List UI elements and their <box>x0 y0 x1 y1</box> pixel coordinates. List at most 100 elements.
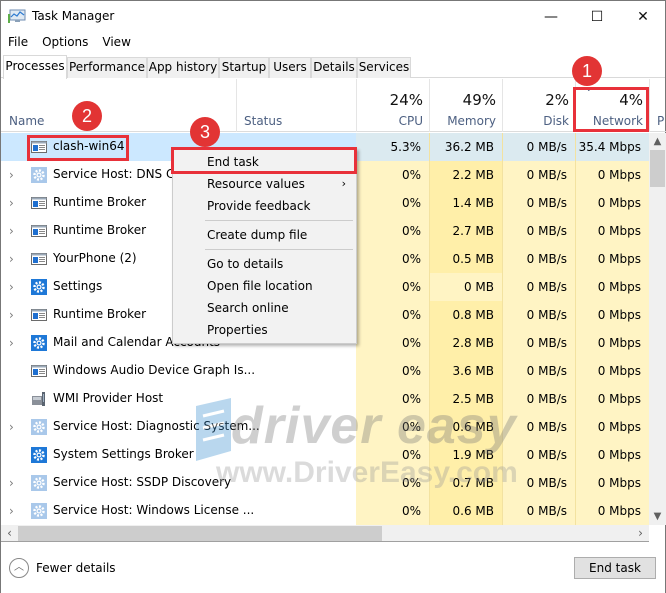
tab-performance[interactable]: Performance <box>67 57 147 78</box>
expand-chevron-icon[interactable]: › <box>9 308 19 322</box>
process-disk: 0 MB/s <box>502 497 575 525</box>
fewer-details-link[interactable]: Fewer details <box>36 561 116 575</box>
process-row[interactable]: › Service Host: Windows License ... 0% 0.6 … <box>1 497 649 525</box>
expand-chevron-icon[interactable]: › <box>9 336 19 350</box>
tab-services[interactable]: Services <box>357 57 411 78</box>
process-memory: 36.2 MB <box>429 133 502 161</box>
column-header-row: Name Status 24% CPU 49% Memory 2% Disk ˅… <box>1 79 666 132</box>
vertical-scroll-thumb[interactable] <box>650 150 665 187</box>
disk-total-percent: 2% <box>545 91 569 109</box>
column-header-disk[interactable]: 2% Disk <box>502 79 575 132</box>
process-memory: 2.7 MB <box>429 217 502 245</box>
process-network: 0 Mbps <box>575 357 649 385</box>
process-name: Runtime Broker <box>53 223 147 237</box>
submenu-arrow-icon: › <box>341 177 346 190</box>
context-menu-search-online[interactable]: Search online <box>173 297 356 319</box>
process-disk: 0 MB/s <box>502 161 575 189</box>
tab-startup[interactable]: Startup <box>219 57 269 78</box>
context-menu-create-dump-file[interactable]: Create dump file <box>173 224 356 246</box>
process-memory: 2.5 MB <box>429 385 502 413</box>
process-cpu: 0% <box>356 357 429 385</box>
process-cpu: 0% <box>356 413 429 441</box>
scroll-up-arrow-icon[interactable]: ▲ <box>649 133 666 150</box>
process-disk: 0 MB/s <box>502 441 575 469</box>
process-name: WMI Provider Host <box>53 391 164 405</box>
vertical-scrollbar[interactable]: ▲ ▼ <box>649 133 666 525</box>
process-cpu: 0% <box>356 497 429 525</box>
annotation-badge-1: 1 <box>572 56 602 86</box>
process-row[interactable]: WMI Provider Host 0% 2.5 MB 0 MB/s 0 Mbps <box>1 385 649 413</box>
process-memory: 3.6 MB <box>429 357 502 385</box>
process-row[interactable]: › Service Host: Diagnostic System... 0% 0.6… <box>1 413 649 441</box>
disk-label: Disk <box>543 114 569 128</box>
column-divider <box>429 133 430 525</box>
tab-users[interactable]: Users <box>269 57 311 78</box>
service-gear-icon <box>31 503 47 519</box>
process-memory: 2.8 MB <box>429 329 502 357</box>
expand-chevron-icon[interactable]: › <box>9 476 19 490</box>
menu-options[interactable]: Options <box>35 33 95 53</box>
process-name: Runtime Broker <box>53 195 147 209</box>
minimize-button[interactable]: — <box>528 1 574 32</box>
process-cpu: 0% <box>356 385 429 413</box>
expand-chevron-icon[interactable]: › <box>9 224 19 238</box>
process-disk: 0 MB/s <box>502 413 575 441</box>
menu-view[interactable]: View <box>95 33 137 53</box>
footer: ︿ Fewer details End task <box>1 543 665 593</box>
column-divider <box>502 133 503 525</box>
tab-processes[interactable]: Processes <box>3 55 67 79</box>
context-menu-provide-feedback[interactable]: Provide feedback <box>173 195 356 217</box>
expand-chevron-icon[interactable]: › <box>9 420 19 434</box>
process-memory: 2.2 MB <box>429 161 502 189</box>
scroll-left-arrow-icon[interactable]: ‹ <box>1 525 18 542</box>
column-header-name[interactable]: Name <box>9 114 44 128</box>
annotation-box-end-task <box>171 147 357 174</box>
end-task-button[interactable]: End task <box>574 557 656 579</box>
menu-file[interactable]: File <box>1 33 35 53</box>
process-name: System Settings Broker <box>53 447 194 461</box>
process-name: Service Host: SSDP Discovery <box>53 475 232 489</box>
expand-chevron-icon[interactable]: › <box>9 196 19 210</box>
tab-details[interactable]: Details <box>311 57 357 78</box>
process-row[interactable]: › Service Host: SSDP Discovery 0% 0.7 MB 0 M… <box>1 469 649 497</box>
context-menu-separator <box>205 220 353 221</box>
service-gear-icon <box>31 419 47 435</box>
process-disk: 0 MB/s <box>502 189 575 217</box>
process-network: 0 Mbps <box>575 273 649 301</box>
tab-strip: Processes Performance App history Startu… <box>1 55 665 79</box>
context-menu-open-file-location[interactable]: Open file location <box>173 275 356 297</box>
column-header-status[interactable]: Status <box>236 79 356 132</box>
scroll-right-arrow-icon[interactable]: › <box>632 525 649 542</box>
chevron-up-circle-icon[interactable]: ︿ <box>9 558 29 578</box>
column-header-memory[interactable]: 49% Memory <box>429 79 502 132</box>
service-gear-icon <box>31 475 47 491</box>
process-cpu: 0% <box>356 329 429 357</box>
process-memory: 0.8 MB <box>429 301 502 329</box>
app-window-icon <box>31 307 47 323</box>
expand-chevron-icon[interactable]: › <box>9 252 19 266</box>
expand-chevron-icon[interactable]: › <box>9 280 19 294</box>
tab-app-history[interactable]: App history <box>147 57 219 78</box>
context-menu-resource-values[interactable]: Resource values › <box>173 173 356 195</box>
horizontal-scroll-thumb[interactable] <box>18 526 382 541</box>
process-row[interactable]: System Settings Broker 0% 1.9 MB 0 MB/s 0 Mb… <box>1 441 649 469</box>
expand-chevron-icon[interactable]: › <box>9 504 19 518</box>
column-header-partial[interactable]: P <box>649 79 666 132</box>
close-button[interactable]: ✕ <box>620 1 666 32</box>
process-network: 0 Mbps <box>575 301 649 329</box>
memory-total-percent: 49% <box>462 91 496 109</box>
maximize-icon: ☐ <box>590 8 604 25</box>
expand-chevron-icon[interactable]: › <box>9 168 19 182</box>
maximize-button[interactable]: ☐ <box>574 1 620 32</box>
cpu-label: CPU <box>398 114 423 128</box>
column-header-cpu[interactable]: 24% CPU <box>356 79 429 132</box>
process-cpu: 0% <box>356 189 429 217</box>
horizontal-scrollbar[interactable]: ‹ › <box>1 525 649 542</box>
context-menu-label: Search online <box>207 301 289 315</box>
context-menu-label: Provide feedback <box>207 199 311 213</box>
scroll-down-arrow-icon[interactable]: ▼ <box>649 508 666 525</box>
process-row[interactable]: Windows Audio Device Graph Is... 0% 3.6 MB… <box>1 357 649 385</box>
process-cpu: 0% <box>356 301 429 329</box>
context-menu-go-to-details[interactable]: Go to details <box>173 253 356 275</box>
context-menu-properties[interactable]: Properties <box>173 319 356 341</box>
